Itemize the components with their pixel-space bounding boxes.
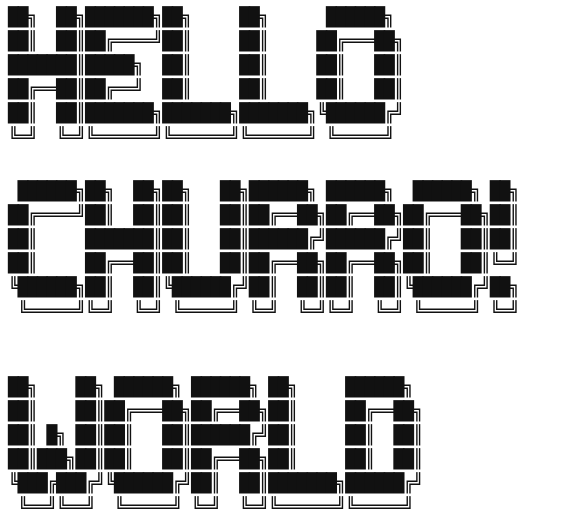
ascii-line: ██╔══██║██╔══╝ ██║ ██║ ██║ ██║ [8, 79, 404, 100]
ascii-art-canvas: ██╗ ██╗███████╗██╗ ██╗ ██████╗ ██║ ██║██… [0, 0, 566, 526]
ascii-line: ╚═════╝╚═╝ ╚═╝ ╚═════╝ ╚═╝ ╚═╝╚═╝ ╚═╝ ╚═… [8, 301, 520, 322]
ascii-line: ██████╗██╗ ██╗██╗ ██╗██████╗ ██████╗ ███… [8, 181, 520, 202]
ascii-line: ██╗ ██╗ ██████╗ ██████╗ ██╗ ██████╗ [8, 377, 423, 398]
ascii-line: ██║███╗██║██║ ██║██╔══██╗██║ ██║ ██║ [8, 449, 424, 470]
ascii-line: ██║ ███████║██║ ██║██████╔╝██████╔╝██║ █… [8, 229, 520, 250]
ascii-line: ╚██████╗██║ ██║╚██████╔╝██║ ██║██║ ██║╚█… [8, 277, 520, 298]
ascii-line: ███████║█████╗ ██║ ██║ ██║ ██║ [8, 55, 404, 76]
ascii-line: ██║ ██╔══██║██║ ██║██╔══██╗██╔══██╗██║ █… [8, 253, 520, 274]
ascii-line: ╚═╝ ╚═╝╚══════╝╚══════╝╚══════╝ ╚═════╝ [8, 127, 404, 148]
ascii-line: ██║ ██║██╔════╝██║ ██║ ██╔═══██╗ [8, 31, 404, 52]
ascii-line: ╚███╔███╔╝╚██████╔╝██║ ██║███████╗██████… [8, 473, 424, 494]
ascii-line: ██╗ ██╗███████╗██╗ ██╗ ██████╗ [8, 7, 404, 28]
ascii-line: ██║ █╗ ██║██║ ██║██████╔╝██║ ██║ ██║ [8, 425, 424, 446]
ascii-line: ██╔════╝██║ ██║██║ ██║██╔══██╗██╔══██╗██… [8, 205, 520, 226]
ascii-line: ██║ ██║██╔═══██╗██╔══██╗██║ ██╔══██╗ [8, 401, 424, 422]
ascii-line: ██║ ██║███████╗███████╗███████╗╚██████╔╝ [8, 103, 404, 124]
ascii-line: ╚══╝╚══╝ ╚═════╝ ╚═╝ ╚═╝╚══════╝╚═════╝ [8, 497, 423, 518]
